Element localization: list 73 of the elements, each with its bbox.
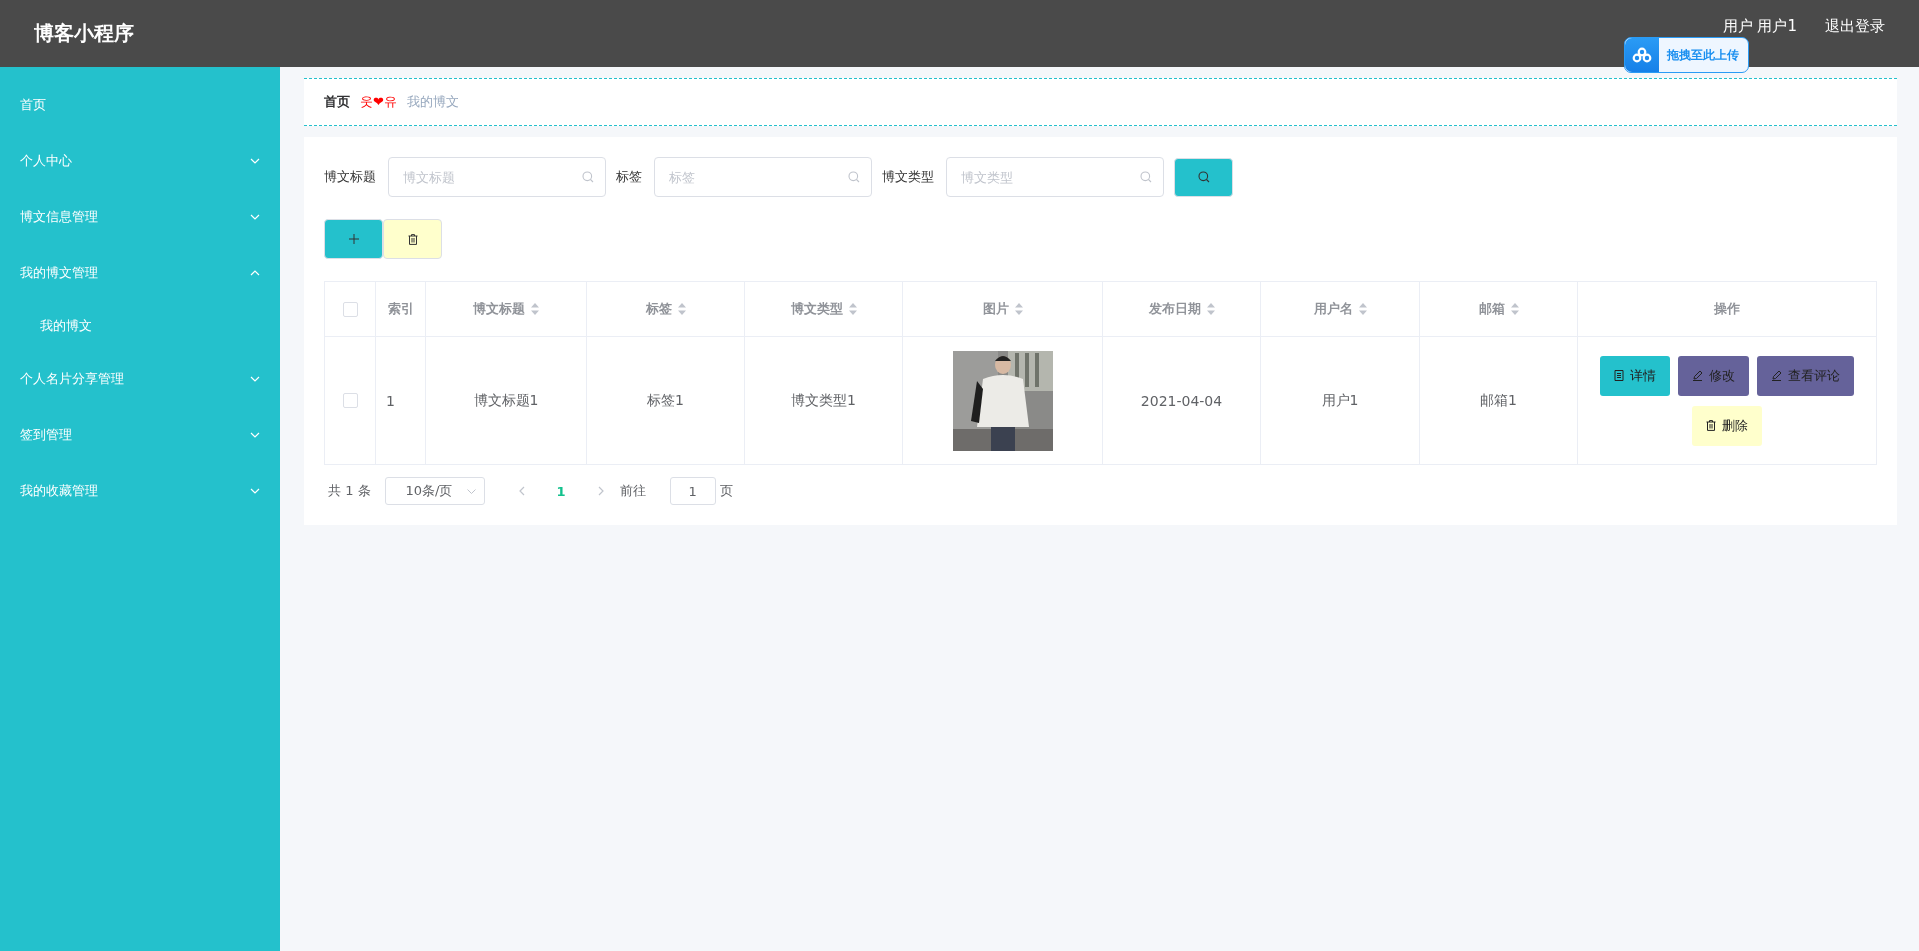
add-button[interactable] bbox=[324, 219, 383, 259]
page-size-select[interactable]: 10条/页 bbox=[384, 477, 485, 505]
checkbox[interactable] bbox=[342, 301, 358, 317]
page-input[interactable]: 1 bbox=[669, 477, 716, 505]
trash-icon bbox=[407, 233, 418, 245]
sidebar-item[interactable]: 首页 bbox=[0, 77, 280, 133]
cloud-icon bbox=[1625, 38, 1659, 72]
caret-icon bbox=[466, 488, 476, 494]
table-cell: 2021-04-04 bbox=[1102, 337, 1260, 464]
logout-link[interactable]: 退出登录 bbox=[1825, 17, 1885, 36]
column-header[interactable]: 发布日期 bbox=[1102, 282, 1260, 336]
field-label: 博文类型 bbox=[882, 168, 934, 186]
table-cell: 用户1 bbox=[1260, 337, 1419, 464]
column-header[interactable]: 博文标题 bbox=[425, 282, 586, 336]
table-cell: 博文标题1 bbox=[425, 337, 586, 464]
sort-icon bbox=[1206, 303, 1215, 315]
page-number[interactable]: 1 bbox=[556, 483, 566, 499]
column-header[interactable]: 邮箱 bbox=[1419, 282, 1577, 336]
sidebar-item[interactable]: 个人中心 bbox=[0, 133, 280, 189]
column-header[interactable]: 博文类型 bbox=[744, 282, 902, 336]
search-field[interactable]: 博文标题 bbox=[388, 157, 606, 197]
trash-icon bbox=[1706, 420, 1716, 431]
pencil-icon bbox=[1771, 370, 1782, 381]
delete-button[interactable]: 删除 bbox=[1692, 405, 1762, 446]
sidebar-item[interactable]: 博文信息管理 bbox=[0, 189, 280, 245]
page-suffix: 页 bbox=[719, 482, 733, 500]
breadcrumb-separator: 웃❤유 bbox=[360, 93, 397, 111]
sort-icon bbox=[1014, 303, 1023, 315]
pencil-icon bbox=[1692, 370, 1703, 381]
column-header: 索引 bbox=[375, 282, 425, 336]
table-cell: 标签1 bbox=[586, 337, 744, 464]
app-title: 博客小程序 bbox=[34, 20, 134, 47]
search-icon bbox=[1140, 171, 1152, 183]
checkbox[interactable] bbox=[342, 393, 358, 408]
breadcrumb-current: 我的博文 bbox=[406, 93, 459, 111]
column-header[interactable]: 图片 bbox=[902, 282, 1102, 336]
plus-icon bbox=[348, 234, 359, 244]
sidebar-subitem[interactable]: 我的博文 bbox=[0, 301, 280, 351]
table-cell: 博文类型1 bbox=[744, 337, 902, 464]
column-header[interactable]: 用户名 bbox=[1260, 282, 1419, 336]
next-page-icon[interactable] bbox=[597, 486, 604, 496]
total-count: 共 1 条 bbox=[328, 482, 371, 500]
goto-label: 前往 bbox=[619, 482, 646, 500]
field-label: 标签 bbox=[616, 168, 642, 186]
table-cell: 邮箱1 bbox=[1419, 337, 1577, 464]
search-icon bbox=[582, 171, 594, 183]
table-cell: 1 bbox=[375, 337, 425, 464]
delete-button[interactable] bbox=[383, 219, 442, 259]
column-header[interactable]: 标签 bbox=[586, 282, 744, 336]
sidebar-item[interactable]: 签到管理 bbox=[0, 407, 280, 463]
breadcrumb-link[interactable]: 首页 bbox=[324, 93, 350, 111]
sidebar-item[interactable]: 我的收藏管理 bbox=[0, 463, 280, 519]
search-field[interactable]: 博文类型 bbox=[946, 157, 1164, 197]
search-icon bbox=[848, 171, 860, 183]
document-icon bbox=[1614, 370, 1624, 381]
prev-page-icon[interactable] bbox=[518, 486, 525, 496]
edit-button[interactable]: 查看评论 bbox=[1757, 355, 1854, 396]
user-name: 用户 用户1 bbox=[1722, 17, 1797, 36]
column-header: 操作 bbox=[1577, 282, 1876, 336]
sort-icon bbox=[1358, 303, 1367, 315]
sort-icon bbox=[531, 303, 539, 315]
sidebar-item[interactable]: 个人名片分享管理 bbox=[0, 351, 280, 407]
sort-icon bbox=[677, 303, 686, 315]
sort-icon bbox=[848, 303, 857, 315]
search-icon bbox=[1197, 171, 1210, 183]
edit-button[interactable]: 修改 bbox=[1678, 355, 1749, 396]
upload-badge[interactable]: 拖拽至此上传 bbox=[1624, 37, 1749, 73]
sort-icon bbox=[1510, 303, 1519, 315]
search-field[interactable]: 标签 bbox=[654, 157, 872, 197]
sidebar-item[interactable]: 我的博文管理 bbox=[0, 245, 280, 301]
search-button[interactable] bbox=[1174, 157, 1233, 197]
detail-button[interactable]: 详情 bbox=[1600, 355, 1670, 396]
field-label: 博文标题 bbox=[324, 168, 376, 186]
